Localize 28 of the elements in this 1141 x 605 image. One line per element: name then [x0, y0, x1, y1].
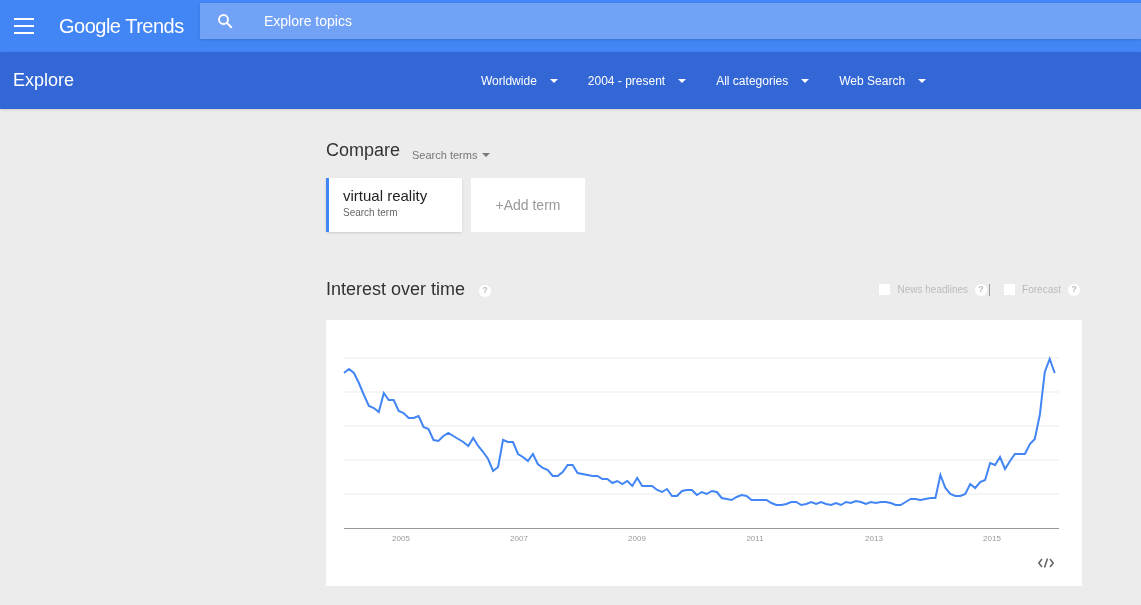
embed-code-icon[interactable] — [1038, 558, 1054, 568]
axis-label: 2013 — [865, 534, 883, 543]
axis-label: 2011 — [746, 534, 764, 543]
caret-icon — [482, 152, 491, 157]
filter-dropdown[interactable]: Web Search — [839, 71, 927, 90]
section-title: Interest over time — [326, 278, 466, 301]
search-field[interactable]: Explore topics — [200, 3, 1141, 39]
caret-icon — [678, 78, 687, 83]
filter-dropdown[interactable]: All categories — [716, 71, 810, 90]
axis-label: 2005 — [392, 534, 410, 543]
app-logo[interactable]: Google Trends — [59, 11, 200, 41]
term-card[interactable]: virtual reality Search term — [326, 178, 462, 232]
caret-icon — [549, 78, 558, 83]
filter-dropdown[interactable]: 2004 - present — [587, 71, 687, 90]
section-title: Compare — [326, 139, 401, 162]
menu-icon[interactable] — [14, 18, 34, 34]
caret-icon — [918, 78, 927, 83]
mode-dropdown[interactable]: Search terms — [412, 146, 491, 163]
filter-dropdown[interactable]: Worldwide — [481, 71, 558, 90]
term-type: Search term — [343, 206, 399, 220]
search-icon — [216, 12, 234, 30]
axis-label: 2007 — [510, 534, 528, 543]
term-name: virtual reality — [343, 187, 429, 205]
caret-icon — [801, 78, 810, 83]
axis-label: 2009 — [628, 534, 646, 543]
add-term-button[interactable]: +Add term — [471, 178, 585, 232]
axis-label: 2015 — [983, 534, 1001, 543]
page-title: Explore — [13, 69, 76, 92]
